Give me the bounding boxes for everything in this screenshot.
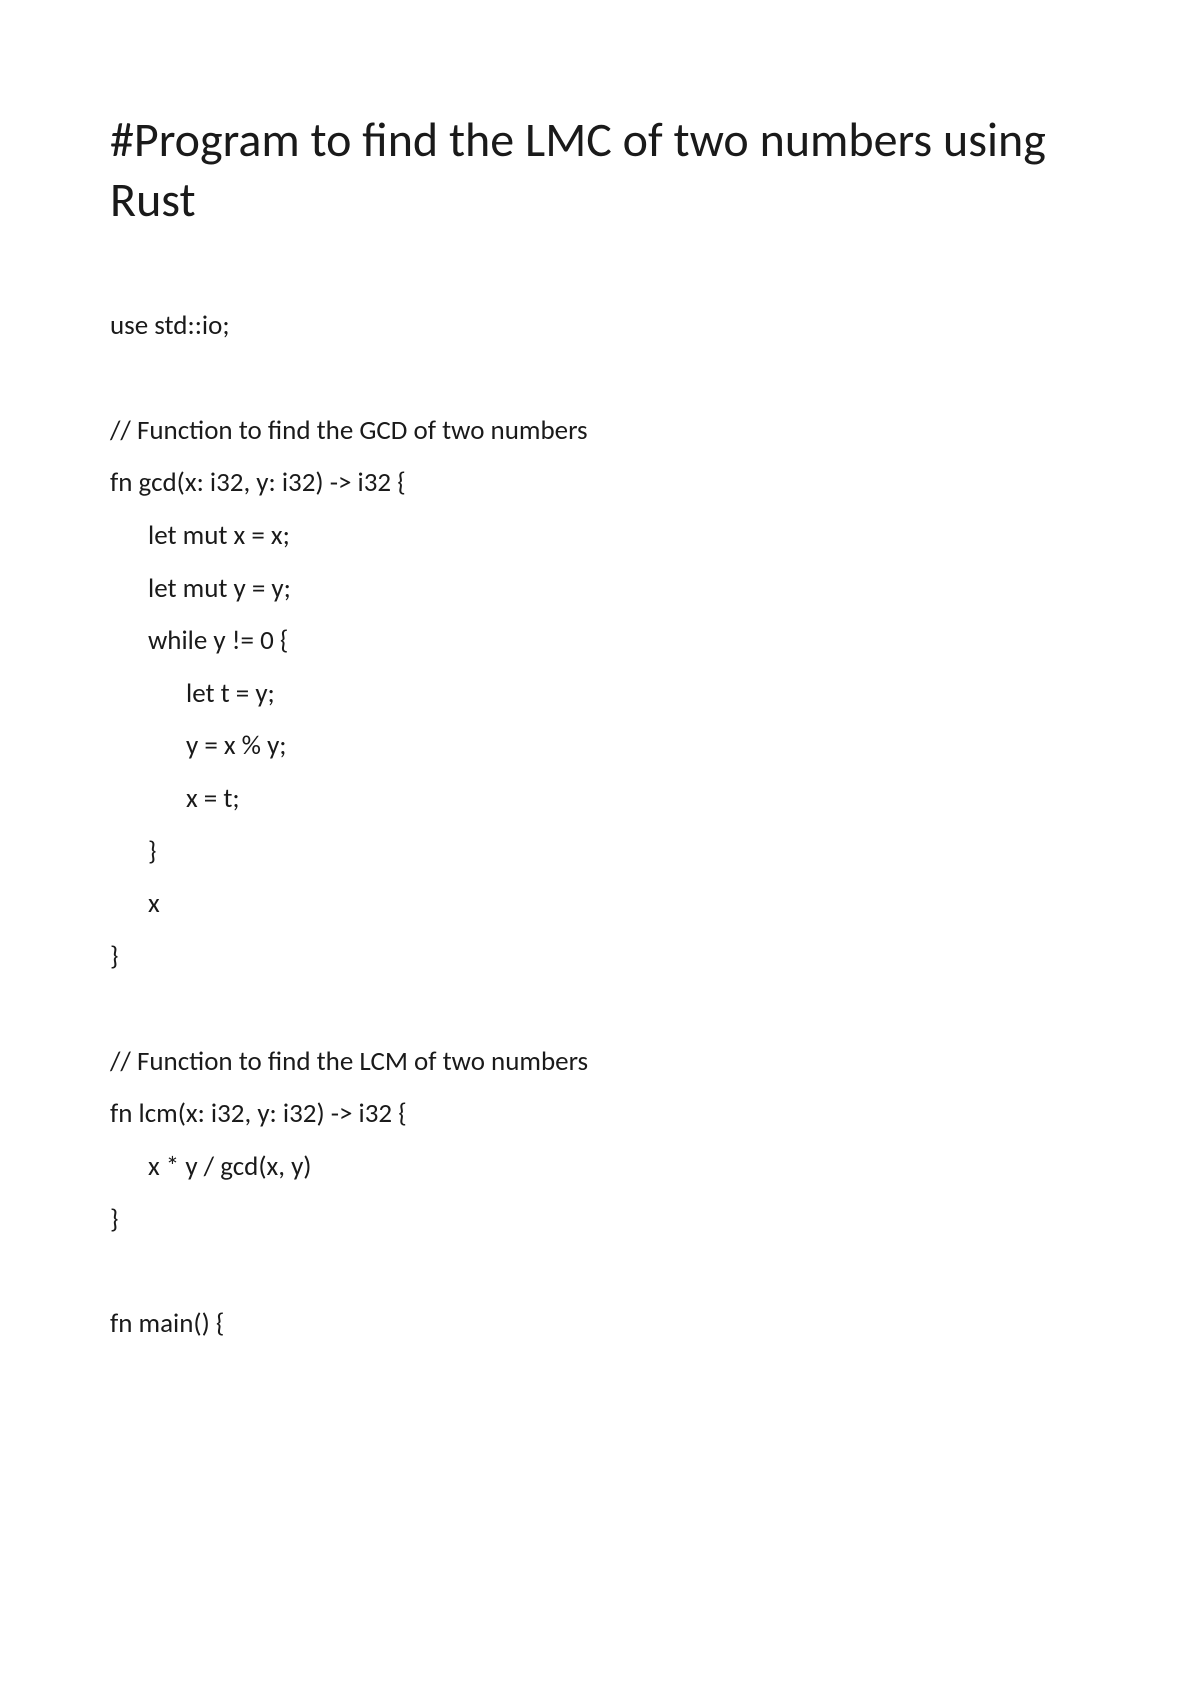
- code-line: x: [110, 878, 1090, 931]
- code-line: fn main() {: [110, 1298, 1090, 1351]
- code-line: x = t;: [110, 773, 1090, 826]
- code-line: fn lcm(x: i32, y: i32) -> i32 {: [110, 1088, 1090, 1141]
- code-line: let mut x = x;: [110, 510, 1090, 563]
- code-line: use std::io;: [110, 300, 1090, 353]
- code-line: }: [110, 826, 1090, 879]
- code-line: let t = y;: [110, 668, 1090, 721]
- code-line: let mut y = y;: [110, 563, 1090, 616]
- blank-line: [110, 984, 1090, 1036]
- code-line: y = x % y;: [110, 720, 1090, 773]
- blank-line: [110, 1246, 1090, 1298]
- code-line: // Function to find the LCM of two numbe…: [110, 1036, 1090, 1089]
- code-line: while y != 0 {: [110, 615, 1090, 668]
- code-line: }: [110, 1194, 1090, 1247]
- document-title: #Program to find the LMC of two numbers …: [110, 110, 1090, 230]
- blank-line: [110, 353, 1090, 405]
- code-line: // Function to find the GCD of two numbe…: [110, 405, 1090, 458]
- code-line: }: [110, 931, 1090, 984]
- code-line: fn gcd(x: i32, y: i32) -> i32 {: [110, 457, 1090, 510]
- code-line: x * y / gcd(x, y): [110, 1141, 1090, 1194]
- code-block: use std::io; // Function to find the GCD…: [110, 300, 1090, 1351]
